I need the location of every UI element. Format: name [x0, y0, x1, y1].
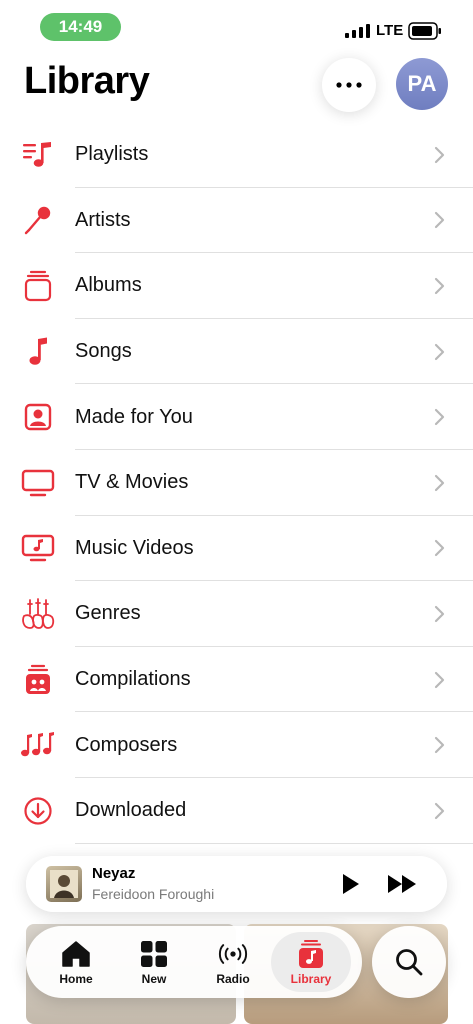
- tab-home[interactable]: Home: [36, 932, 116, 992]
- library-item-made-for-you[interactable]: Made for You: [0, 384, 473, 450]
- library-item-label: Songs: [75, 340, 132, 363]
- chevron-right-icon: [434, 802, 445, 819]
- library-item-playlists[interactable]: Playlists: [0, 122, 473, 188]
- music-video-icon: [20, 530, 56, 566]
- library-item-music-videos[interactable]: Music Videos: [0, 516, 473, 582]
- library-item-label: Playlists: [75, 143, 149, 166]
- library-item-downloaded[interactable]: Downloaded: [0, 778, 473, 844]
- library-item-compilations[interactable]: Compilations: [0, 647, 473, 713]
- chevron-right-icon: [434, 605, 445, 623]
- library-item-label: Albums: [75, 274, 142, 297]
- tab-label: Home: [59, 971, 93, 986]
- library-item-label: Made for You: [75, 405, 193, 428]
- library-icon: [295, 939, 327, 969]
- library-item-composers[interactable]: Composers: [0, 712, 473, 778]
- playlists-icon: [20, 137, 56, 173]
- library-item-label: Compilations: [75, 668, 191, 691]
- now-playing-artist: Fereidoon Foroughi: [92, 886, 215, 902]
- guitars-icon: [20, 596, 56, 632]
- status-time: 14:49: [40, 13, 121, 41]
- download-circle-icon: [20, 793, 56, 829]
- status-bar: 14:49 LTE: [0, 0, 473, 52]
- microphone-icon: [20, 202, 56, 238]
- album-stack-icon: [20, 268, 56, 304]
- now-playing-artwork: [46, 866, 82, 902]
- tab-bar: Home New Radio Library: [26, 926, 362, 998]
- library-item-label: Downloaded: [75, 799, 187, 822]
- tab-label: Radio: [216, 971, 250, 986]
- chevron-right-icon: [434, 737, 445, 754]
- ellipsis-icon: [336, 82, 362, 88]
- tab-label: New: [141, 971, 167, 986]
- library-item-label: TV & Movies: [75, 471, 189, 494]
- library-item-label: Music Videos: [75, 536, 194, 559]
- composers-notes-icon: [20, 727, 56, 763]
- tab-label: Library: [290, 971, 332, 986]
- chevron-right-icon: [434, 343, 445, 360]
- fast-forward-icon[interactable]: [386, 872, 420, 896]
- tab-library[interactable]: Library: [271, 932, 351, 992]
- library-item-label: Genres: [75, 602, 141, 625]
- tab-radio[interactable]: Radio: [193, 932, 273, 992]
- home-icon: [60, 939, 92, 969]
- library-item-albums[interactable]: Albums: [0, 253, 473, 319]
- tab-new[interactable]: New: [114, 932, 194, 992]
- music-note-icon: [20, 334, 56, 370]
- library-item-artists[interactable]: Artists: [0, 188, 473, 254]
- tv-icon: [20, 465, 56, 501]
- library-item-genres[interactable]: Genres: [0, 581, 473, 647]
- network-type: LTE: [376, 22, 404, 39]
- cellular-signal-icon: [345, 24, 370, 38]
- library-item-label: Composers: [75, 733, 178, 756]
- battery-icon: [408, 22, 441, 40]
- avatar[interactable]: PA: [396, 58, 448, 110]
- play-icon[interactable]: [338, 872, 362, 896]
- chevron-right-icon: [434, 277, 445, 295]
- now-playing-title: Neyaz: [92, 865, 136, 882]
- search-icon: [396, 949, 423, 976]
- library-list: Playlists Artists Albums Songs Made for …: [0, 122, 473, 844]
- compilation-icon: [20, 662, 56, 698]
- chevron-right-icon: [434, 671, 445, 688]
- library-item-tv-movies[interactable]: TV & Movies: [0, 450, 473, 516]
- chevron-right-icon: [434, 540, 445, 557]
- chevron-right-icon: [434, 212, 445, 229]
- library-item-label: Artists: [75, 208, 131, 231]
- page-title: Library: [24, 60, 150, 102]
- library-item-songs[interactable]: Songs: [0, 319, 473, 385]
- chevron-right-icon: [434, 409, 445, 426]
- tab-search[interactable]: [372, 926, 446, 998]
- grid-icon: [138, 939, 170, 969]
- more-options-button[interactable]: [322, 58, 376, 112]
- radio-waves-icon: [217, 939, 249, 969]
- chevron-right-icon: [434, 474, 445, 491]
- person-square-icon: [20, 399, 56, 435]
- divider: [75, 842, 473, 844]
- chevron-right-icon: [434, 146, 445, 163]
- mini-player[interactable]: Neyaz Fereidoon Foroughi: [26, 856, 447, 912]
